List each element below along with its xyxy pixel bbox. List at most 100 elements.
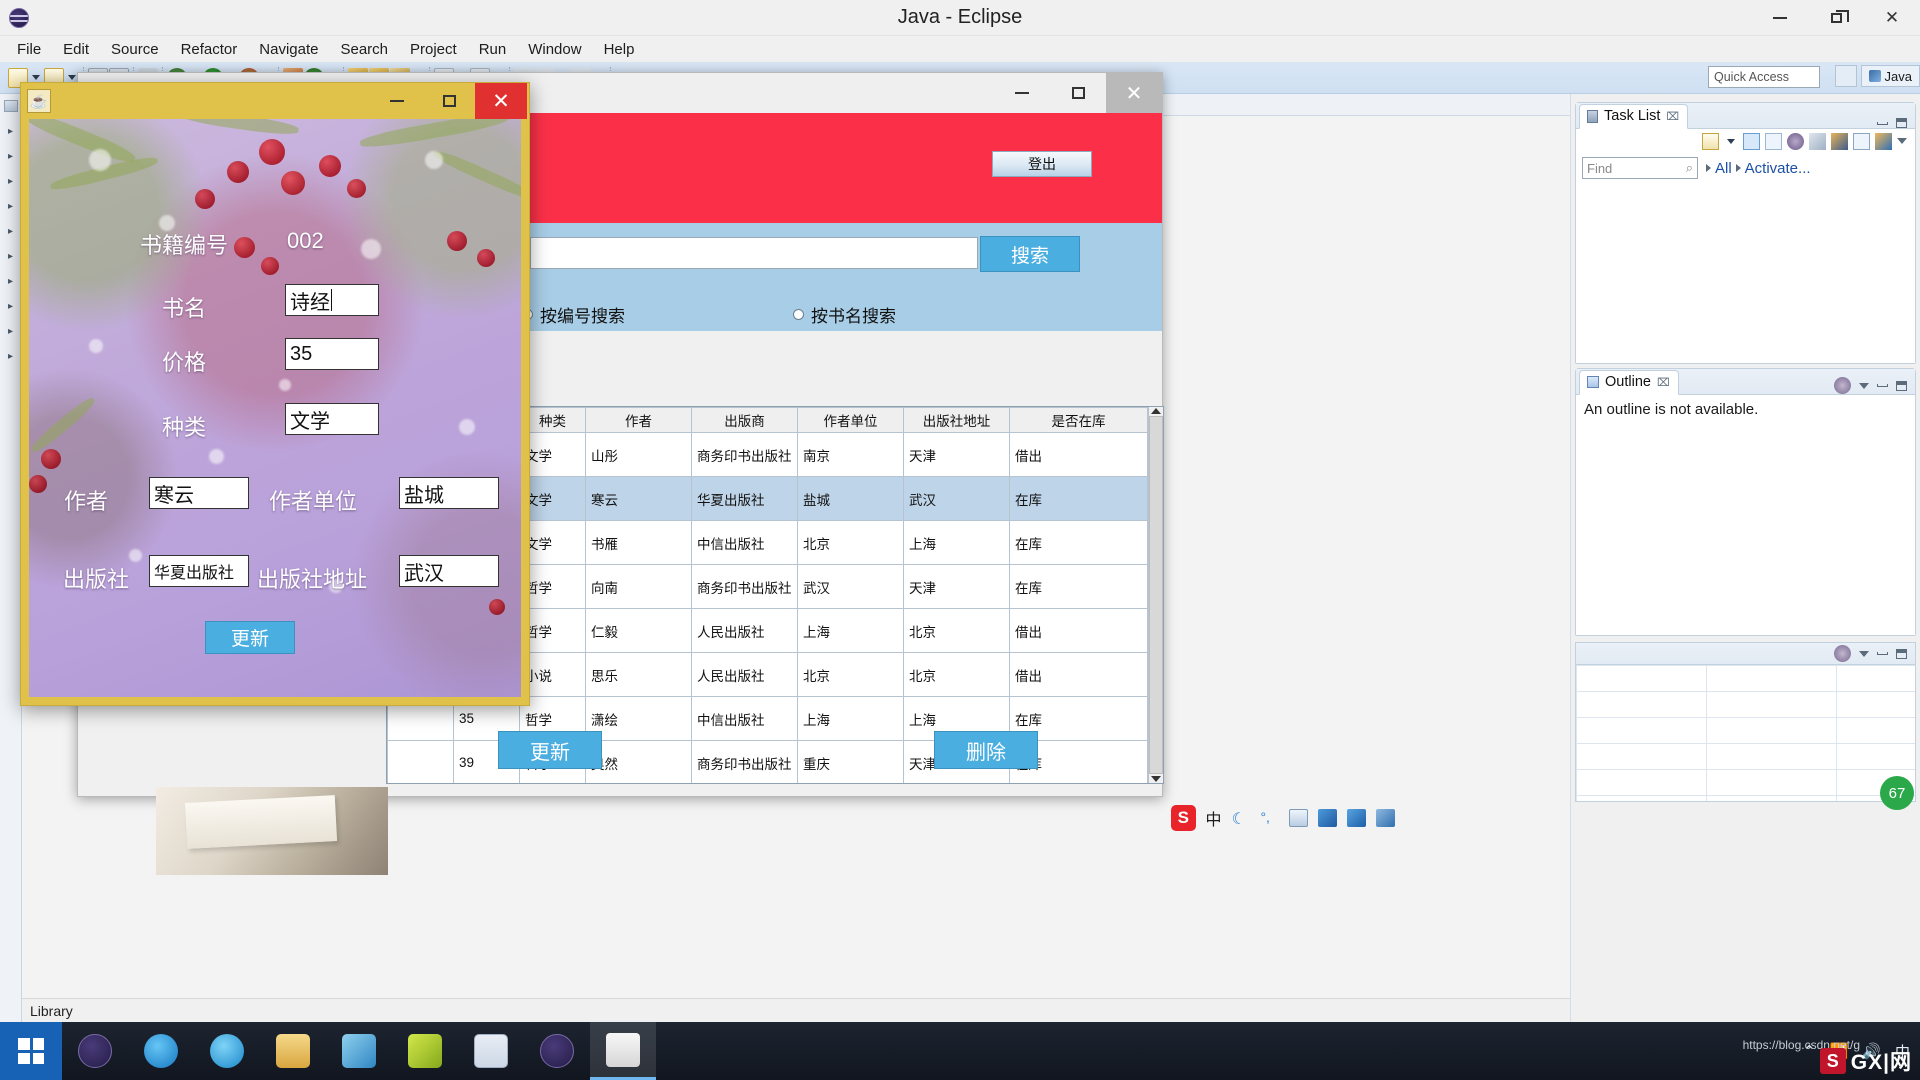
taskbar-app-eclipse[interactable] (62, 1022, 128, 1080)
bottom-view-grid[interactable] (1576, 665, 1915, 801)
dialog-minimize-button[interactable] (371, 83, 423, 119)
tab-outline[interactable]: Outline ⌧ (1579, 370, 1679, 395)
library-close-button[interactable]: ✕ (1106, 73, 1162, 113)
column-header-author-unit[interactable]: 作者单位 (797, 407, 904, 433)
package-explorer-icon[interactable] (3, 100, 18, 112)
hat-icon[interactable] (1347, 809, 1367, 827)
bottom-view-icon[interactable] (1834, 645, 1851, 662)
rail-chevron-1-icon[interactable]: ▸ (8, 126, 13, 137)
view-menu-icon[interactable] (1897, 138, 1907, 144)
search-icon[interactable]: ⌕ (1686, 160, 1693, 176)
menu-window[interactable]: Window (517, 38, 592, 61)
scrollbar-thumb[interactable] (1149, 416, 1163, 774)
scheduled-view-icon[interactable] (1765, 132, 1782, 150)
scroll-down-icon[interactable] (1151, 776, 1161, 782)
rail-chevron-7-icon[interactable]: ▸ (8, 276, 13, 287)
open-perspective-icon[interactable] (1834, 65, 1857, 87)
tab-task-list[interactable]: Task List ⌧ (1579, 104, 1689, 129)
menu-file[interactable]: File (6, 38, 52, 61)
menu-refactor[interactable]: Refactor (170, 38, 249, 61)
keyboard-icon[interactable] (1289, 809, 1309, 827)
input-publisher-address[interactable]: 武汉 (399, 555, 499, 587)
dialog-restore-button[interactable] (423, 83, 475, 119)
dialog-close-button[interactable]: ✕ (475, 83, 527, 119)
minimize-icon[interactable] (1877, 384, 1888, 387)
expand-activate-icon[interactable] (1735, 164, 1741, 172)
categorized-view-icon[interactable] (1743, 132, 1760, 150)
minimize-icon[interactable] (1877, 121, 1888, 125)
start-button[interactable] (0, 1022, 62, 1080)
perspective-java-button[interactable]: Java (1860, 65, 1920, 87)
input-price[interactable]: 35 (285, 338, 379, 370)
delete-book-button[interactable]: 删除 (934, 731, 1038, 769)
focus-icon[interactable] (1834, 377, 1851, 394)
rail-chevron-4-icon[interactable]: ▸ (8, 201, 13, 212)
radio-search-by-name[interactable]: 按书名搜索 (793, 302, 896, 327)
scroll-up-icon[interactable] (1151, 408, 1161, 414)
rail-chevron-10-icon[interactable]: ▸ (8, 351, 13, 362)
delete-icon[interactable] (1809, 132, 1826, 150)
taskbar-app-sogou-browser[interactable] (194, 1022, 260, 1080)
search-button[interactable]: 搜索 (980, 236, 1080, 272)
rail-chevron-6-icon[interactable]: ▸ (8, 251, 13, 262)
taskbar-app-word[interactable] (458, 1022, 524, 1080)
close-icon[interactable]: ⌧ (1666, 110, 1679, 123)
taskbar-app-eclipse-2[interactable] (524, 1022, 590, 1080)
search-input[interactable] (530, 237, 978, 269)
moon-icon[interactable]: ☾ (1232, 809, 1251, 828)
column-header-author[interactable]: 作者 (585, 407, 692, 433)
menu-project[interactable]: Project (399, 38, 468, 61)
new-class-dropdown-icon[interactable] (68, 75, 76, 80)
new-task-icon[interactable] (1702, 132, 1719, 150)
expand-all-icon[interactable] (1706, 164, 1711, 172)
column-header-in-stock[interactable]: 是否在库 (1009, 407, 1148, 433)
taskbar-app-pkg[interactable] (392, 1022, 458, 1080)
menu-help[interactable]: Help (593, 38, 646, 61)
synchronize-icon[interactable] (1875, 132, 1892, 150)
focus-on-workweek-icon[interactable] (1787, 132, 1804, 150)
radio-search-by-id[interactable]: 按编号搜索 (522, 302, 625, 327)
rail-chevron-2-icon[interactable]: ▸ (8, 151, 13, 162)
input-author[interactable]: 寒云 (149, 477, 249, 509)
library-restore-button[interactable] (1050, 73, 1106, 113)
find-input[interactable]: Find ⌕ (1582, 157, 1698, 179)
notification-badge[interactable]: 67 (1880, 776, 1914, 810)
column-header-publisher[interactable]: 出版商 (691, 407, 798, 433)
view-menu-icon[interactable] (1859, 382, 1869, 389)
library-minimize-button[interactable] (994, 73, 1050, 113)
filter-all-link[interactable]: All (1715, 160, 1732, 177)
new-file-dropdown-icon[interactable] (32, 75, 40, 80)
rail-chevron-8-icon[interactable]: ▸ (8, 301, 13, 312)
menu-edit[interactable]: Edit (52, 38, 100, 61)
column-header-pub-address[interactable]: 出版社地址 (903, 407, 1010, 433)
minimize-icon[interactable] (1877, 652, 1888, 655)
close-icon[interactable]: ⌧ (1657, 376, 1670, 389)
taskbar-app-browser[interactable] (128, 1022, 194, 1080)
menu-search[interactable]: Search (329, 38, 399, 61)
punctuation-icon[interactable]: °, (1260, 809, 1279, 827)
input-publisher[interactable]: 华夏出版社 (149, 555, 249, 587)
rail-chevron-3-icon[interactable]: ▸ (8, 176, 13, 187)
collapse-all-icon[interactable] (1853, 132, 1870, 150)
rail-chevron-9-icon[interactable]: ▸ (8, 326, 13, 337)
taskbar-app-java-running[interactable] (590, 1022, 656, 1080)
sogou-ime-icon[interactable]: S (1171, 805, 1196, 831)
menu-run[interactable]: Run (468, 38, 518, 61)
taskbar-app-explorer[interactable] (260, 1022, 326, 1080)
rail-chevron-5-icon[interactable]: ▸ (8, 226, 13, 237)
input-author-unit[interactable]: 盐城 (399, 477, 499, 509)
maximize-icon[interactable] (1896, 118, 1907, 128)
quick-access-input[interactable]: Quick Access (1708, 66, 1820, 88)
wrench-icon[interactable] (1376, 809, 1396, 827)
taskbar-app-editor[interactable] (326, 1022, 392, 1080)
dialog-update-button[interactable]: 更新 (205, 621, 295, 654)
maximize-icon[interactable] (1896, 380, 1907, 391)
input-category[interactable]: 文学 (285, 403, 379, 435)
update-book-button[interactable]: 更新 (498, 731, 602, 769)
people-icon[interactable] (1831, 132, 1848, 150)
table-vertical-scrollbar[interactable] (1148, 407, 1163, 783)
logout-button[interactable]: 登出 (992, 151, 1092, 177)
maximize-icon[interactable] (1896, 648, 1907, 659)
menu-navigate[interactable]: Navigate (248, 38, 329, 61)
filter-activate-link[interactable]: Activate... (1745, 160, 1811, 177)
